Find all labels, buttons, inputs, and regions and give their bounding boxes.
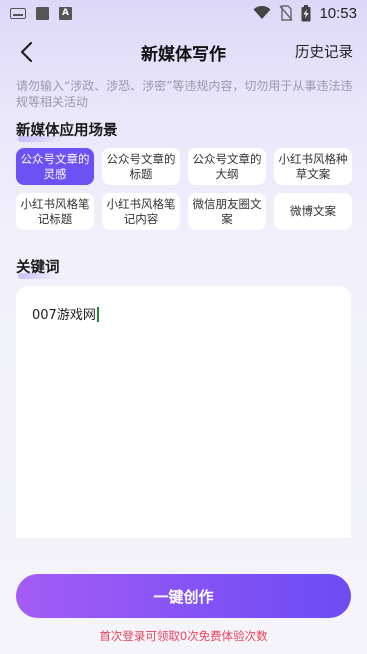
scene-chip-weibo[interactable]: 微博文案 (274, 193, 352, 230)
free-trial-promo: 首次登录可领取0次免费体验次数 (99, 629, 268, 643)
scene-title-text: 新媒体应用场景 (16, 123, 118, 139)
battery-charging-icon (301, 4, 311, 21)
scene-chip-xhs-seeding[interactable]: 小红书风格种草文案 (274, 148, 352, 185)
keyboard-icon (10, 7, 26, 19)
back-button[interactable] (14, 38, 42, 66)
scene-chip-xhs-note-content[interactable]: 小红书风格笔记内容 (102, 193, 180, 230)
history-link[interactable]: 历史记录 (295, 41, 353, 62)
wifi-icon (253, 6, 271, 19)
keyword-value: 007游戏网 (32, 308, 96, 323)
scene-chip-xhs-note-title[interactable]: 小红书风格笔记标题 (16, 193, 94, 230)
scene-grid: 公众号文章的灵感 公众号文章的标题 公众号文章的大纲 小红书风格种草文案 小红书… (16, 148, 352, 230)
scene-section-title: 新媒体应用场景 (16, 119, 118, 142)
chevron-left-icon (20, 41, 33, 63)
square-icon (36, 6, 49, 20)
create-button[interactable]: 一键创作 (16, 574, 351, 618)
keyword-title-text: 关键词 (16, 260, 60, 276)
scene-chip-wechat-moments[interactable]: 微信朋友圈文案 (188, 193, 266, 230)
compliance-notice: 请勿输入“涉政、涉恐、涉密”等违规内容，切勿用于从事违法违规等相关活动 (16, 79, 353, 109)
top-nav: 新媒体写作 历史记录 (0, 30, 367, 72)
status-bar: A 10:53 (0, 0, 367, 26)
scene-chip-gzh-outline[interactable]: 公众号文章的大纲 (188, 148, 266, 185)
keyword-section-title: 关键词 (16, 256, 60, 279)
text-caret (96, 307, 99, 322)
scene-chip-gzh-title[interactable]: 公众号文章的标题 (102, 148, 180, 185)
no-sim-icon (279, 5, 293, 21)
keyword-input-box[interactable]: 007游戏网 (16, 286, 351, 538)
a-badge-icon: A (59, 6, 72, 20)
scene-chip-gzh-inspiration[interactable]: 公众号文章的灵感 (16, 148, 94, 185)
keyword-input[interactable]: 007游戏网 (32, 304, 99, 323)
clock: 10:53 (319, 4, 357, 22)
